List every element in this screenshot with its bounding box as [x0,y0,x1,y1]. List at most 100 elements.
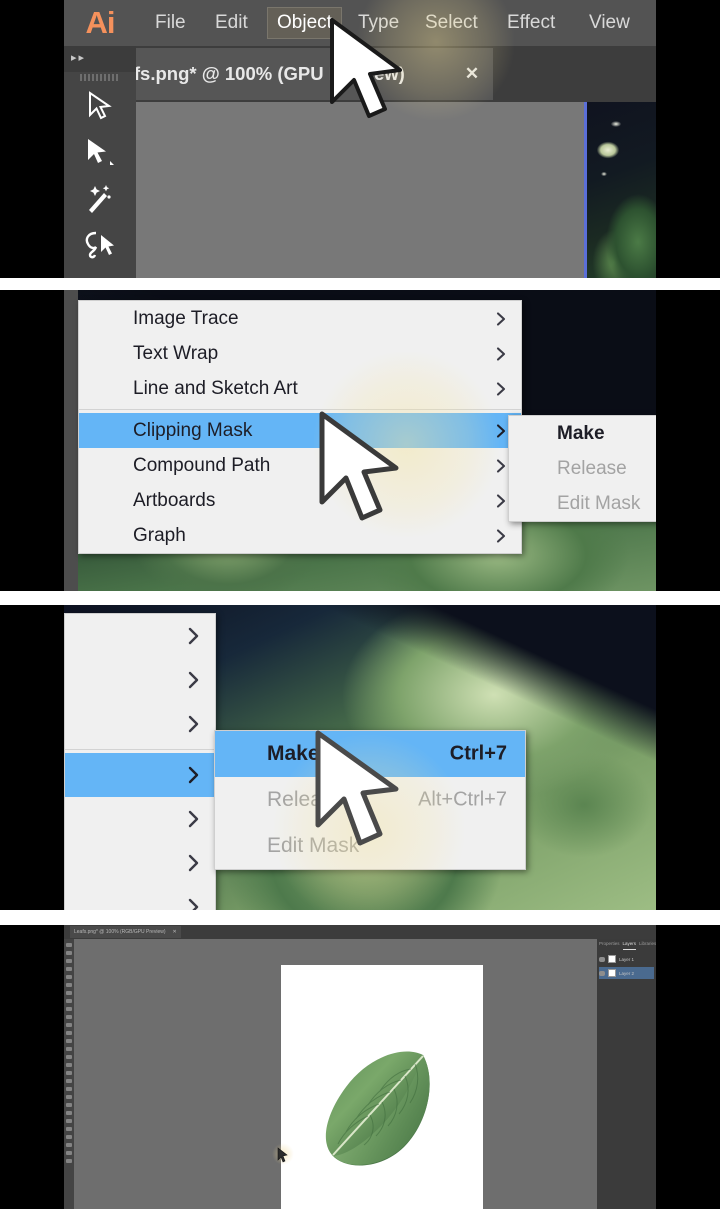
panel-divider-3 [0,910,720,925]
magic-wand-tool-icon [89,185,111,213]
menu-file[interactable]: File [146,7,195,39]
tool-icon[interactable] [66,999,72,1003]
menu-edit[interactable]: Edit [206,7,257,39]
submenu-item-shortcut: Alt+Ctrl+7 [418,788,507,811]
submenu-item-make[interactable]: Make [509,416,656,451]
tool-icon[interactable] [66,1143,72,1147]
tool-icon[interactable] [66,1007,72,1011]
tab-properties[interactable]: Properties [599,941,620,950]
menu-view[interactable]: View [580,7,639,39]
tool-icon[interactable] [66,1063,72,1067]
menu-object[interactable]: Object [267,7,342,39]
menu-item-compound-path[interactable]: Compound Path [79,448,521,483]
tool-icon[interactable] [66,967,72,971]
submenu-item-make[interactable]: Make Ctrl+7 [215,731,525,777]
menu-item-artboards[interactable]: Artboards [79,483,521,518]
tools-panel[interactable] [64,939,74,1209]
chevron-right-icon [496,493,507,508]
menu-item-graph[interactable]: Graph [79,518,521,553]
tool-icon[interactable] [66,1151,72,1155]
object-menu-popup: Image Trace Text Wrap Line and Sketch Ar… [78,300,522,554]
panel-divider-1 [0,278,720,290]
layer-thumbnail [608,955,616,963]
tool-icon[interactable] [66,943,72,947]
menu-row-arrow[interactable] [65,658,215,702]
tool-icon[interactable] [66,951,72,955]
menu-item-line-and-sketch-art[interactable]: Line and Sketch Art [79,371,521,406]
tutorial-screenshot-strip: Ai File Edit Object Type Select Effect V… [0,0,720,1209]
clipped-leaf-artwork[interactable] [306,1035,456,1195]
magic-wand-tool[interactable] [64,176,136,220]
menu-bar: Ai File Edit Object Type Select Effect V… [64,0,656,46]
chevron-right-icon [187,810,201,828]
menu-item-text-wrap[interactable]: Text Wrap [79,336,521,371]
tool-icon[interactable] [66,1111,72,1115]
tool-icon[interactable] [66,959,72,963]
menu-item-image-trace[interactable]: Image Trace [79,301,521,336]
selection-tool[interactable] [64,84,136,128]
illustrator-window-3: Make Ctrl+7 Release Alt+Ctrl+7 Edit Mask [64,605,656,910]
submenu-item-release: Release Alt+Ctrl+7 [215,777,525,823]
submenu-item-edit-mask: Edit Mask [509,486,656,521]
menu-item-label: Image Trace [133,307,239,329]
close-icon[interactable]: ✕ [465,64,479,84]
eye-icon[interactable] [599,956,605,962]
menu-item-clipping-mask[interactable]: Clipping Mask [79,413,521,448]
tool-icon[interactable] [66,1087,72,1091]
tool-icon[interactable] [66,1127,72,1131]
layer-row-selected[interactable]: Layer 2 [599,967,654,979]
illustrator-window-1: Ai File Edit Object Type Select Effect V… [64,0,656,278]
tool-icon[interactable] [66,1079,72,1083]
menu-row-arrow[interactable] [65,885,215,910]
tool-icon[interactable] [66,1095,72,1099]
submenu-item-label: Edit Mask [557,492,641,514]
layer-row[interactable]: Layer 1 [599,953,654,965]
chevron-right-icon [496,311,507,326]
tools-panel-grip[interactable] [80,74,120,81]
menu-row-arrow[interactable] [65,797,215,841]
tab-libraries[interactable]: Libraries [639,941,656,950]
menu-row-arrow-selected[interactable] [65,753,215,797]
tool-icon[interactable] [66,983,72,987]
layer-name: Layer 2 [619,970,635,976]
tool-icon[interactable] [66,1159,72,1163]
tool-icon[interactable] [66,1031,72,1035]
menu-item-label: Text Wrap [133,342,219,364]
close-icon[interactable]: ✕ [173,929,177,935]
tab-layers[interactable]: Layers [622,941,637,950]
menu-effect[interactable]: Effect [498,7,564,39]
submenu-item-shortcut: Ctrl+7 [449,742,507,765]
document-tab[interactable]: Leafs.png* @ 100% (GPU Preview) ✕ [88,48,494,100]
eye-icon[interactable] [599,970,605,976]
menu-select[interactable]: Select [416,7,487,39]
tool-icon[interactable] [66,1015,72,1019]
tool-icon[interactable] [66,1135,72,1139]
tool-icon[interactable] [66,991,72,995]
tool-icon[interactable] [66,1103,72,1107]
tool-icon[interactable] [66,1119,72,1123]
chevron-right-icon [187,715,201,733]
document-tab[interactable]: Leafs.png* @ 100% (RGB/GPU Preview) ✕ [70,926,181,938]
menu-type[interactable]: Type [349,7,408,39]
direct-selection-tool[interactable] [64,130,136,174]
canvas-area[interactable] [74,939,597,1209]
menu-row-arrow[interactable] [65,702,215,746]
direct-selection-tool-icon [88,139,114,165]
menu-row-arrow[interactable] [65,614,215,658]
left-panel-strip [64,290,78,591]
canvas-area[interactable] [136,102,584,278]
tools-panel-collapse-button[interactable]: ▸▸ [64,46,136,72]
tool-icon[interactable] [66,1023,72,1027]
menu-row-arrow[interactable] [65,841,215,885]
submenu-item-edit-mask: Edit Mask [215,823,525,869]
tool-icon[interactable] [66,1055,72,1059]
artboard[interactable] [281,965,483,1209]
lasso-tool[interactable] [64,222,136,266]
right-panel-dock: Properties Layers Libraries Layer 1 Laye… [597,939,656,1209]
tool-icon[interactable] [66,1047,72,1051]
tool-icon[interactable] [66,1071,72,1075]
tool-icon[interactable] [66,1039,72,1043]
tool-icon[interactable] [66,975,72,979]
chevron-right-icon [496,423,507,438]
submenu-item-label: Release [267,788,345,811]
